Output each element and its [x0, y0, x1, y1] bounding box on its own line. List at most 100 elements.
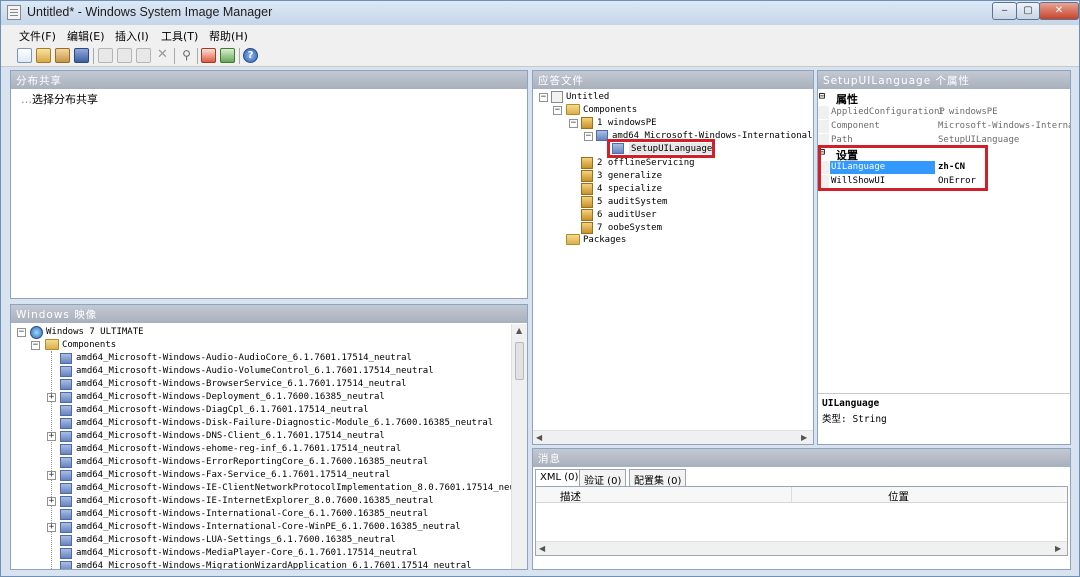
config-pass-icon [581, 209, 593, 221]
tab-configuration-set[interactable]: 配置集 (0) [629, 469, 687, 487]
scroll-left-arrow[interactable]: ◀ [539, 544, 545, 553]
paste-icon[interactable] [136, 48, 151, 63]
config-pass-node[interactable]: 6 auditUser [597, 209, 657, 220]
config-set-icon[interactable] [220, 48, 235, 63]
menu-insert[interactable]: 插入(I) [115, 28, 149, 44]
config-pass-icon [581, 222, 593, 234]
expand-icon[interactable]: + [47, 497, 56, 506]
list-item[interactable]: amd64_Microsoft-Windows-International-Co… [76, 521, 461, 532]
expand-icon[interactable]: + [47, 393, 56, 402]
config-pass-icon [581, 117, 593, 129]
collapse-icon[interactable]: ⊟ [819, 91, 825, 102]
list-item[interactable]: amd64_Microsoft-Windows-MigrationWizardA… [76, 560, 472, 569]
collapse-icon[interactable]: − [553, 106, 562, 115]
column-divider[interactable] [791, 487, 792, 503]
list-item[interactable]: amd64_Microsoft-Windows-BrowserService_6… [76, 378, 407, 389]
open-answer-icon[interactable] [55, 48, 70, 63]
answer-file-pane: 应答文件 − Untitled − Components −1 windowsP… [532, 70, 814, 445]
help-icon[interactable]: ? [243, 48, 258, 63]
packages-node[interactable]: Packages [583, 234, 626, 245]
component-icon [60, 457, 72, 468]
scroll-right-arrow[interactable]: ▶ [801, 433, 807, 442]
select-distribution-share-label: 选择分布共享 [32, 93, 98, 106]
column-location[interactable]: 位置 [888, 489, 909, 504]
pane-header: 分布共享 [11, 71, 527, 89]
component-icon [60, 496, 72, 507]
property-row[interactable]: AppliedConfigurationP 1 windowsPE [818, 106, 1070, 119]
list-item[interactable]: amd64_Microsoft-Windows-Audio-AudioCore_… [76, 352, 412, 363]
collapse-icon[interactable]: − [569, 119, 578, 128]
collapse-icon[interactable]: − [17, 328, 26, 337]
list-item[interactable]: amd64_Microsoft-Windows-DiagCpl_6.1.7601… [76, 404, 369, 415]
select-distribution-share[interactable]: …选择分布共享 [21, 91, 98, 107]
scroll-up-arrow[interactable]: ▲ [516, 326, 522, 335]
row-gutter [818, 120, 829, 133]
answer-file-root[interactable]: Untitled [566, 91, 609, 102]
config-pass-node[interactable]: 3 generalize [597, 170, 662, 181]
menu-edit[interactable]: 编辑(E) [67, 28, 105, 44]
components-node[interactable]: Components [62, 339, 116, 350]
title-bar: Untitled* - Windows System Image Manager… [1, 1, 1079, 25]
property-row[interactable]: Component Microsoft-Windows-Internati [818, 120, 1070, 133]
attributes-section[interactable]: ⊟ 属性 [818, 91, 1070, 106]
list-item[interactable]: amd64_Microsoft-Windows-LUA-Settings_6.1… [76, 534, 396, 545]
config-pass-node[interactable]: 2 offlineServicing [597, 157, 695, 168]
collapse-icon[interactable]: − [584, 132, 593, 141]
component-icon [60, 535, 72, 546]
component-icon [60, 392, 72, 403]
scroll-right-arrow[interactable]: ▶ [1055, 544, 1061, 553]
horizontal-scrollbar[interactable]: ◀ ▶ [533, 430, 813, 444]
horizontal-scrollbar[interactable]: ◀ ▶ [536, 541, 1067, 555]
distribution-share-pane: 分布共享 …选择分布共享 [10, 70, 528, 299]
components-node[interactable]: Components [583, 104, 637, 115]
config-pass-node[interactable]: 1 windowsPE [597, 117, 657, 128]
column-description[interactable]: 描述 [560, 489, 581, 504]
maximize-button[interactable]: ▢ [1016, 2, 1040, 20]
menu-help[interactable]: 帮助(H) [209, 28, 248, 44]
folder-icon [566, 234, 580, 245]
pane-header: 消息 [533, 449, 1070, 467]
property-description: UILanguage 类型: String [818, 393, 1070, 444]
validate-icon[interactable] [201, 48, 216, 63]
config-pass-node[interactable]: 5 auditSystem [597, 196, 667, 207]
expand-icon[interactable]: + [47, 432, 56, 441]
open-icon[interactable] [36, 48, 51, 63]
save-icon[interactable] [74, 48, 89, 63]
menu-file[interactable]: 文件(F) [19, 28, 56, 44]
expand-icon[interactable]: + [47, 523, 56, 532]
delete-icon[interactable]: ✕ [155, 48, 170, 63]
list-item[interactable]: amd64_Microsoft-Windows-ErrorReportingCo… [76, 456, 428, 467]
config-pass-node[interactable]: 7 oobeSystem [597, 222, 662, 233]
config-pass-node[interactable]: 4 specialize [597, 183, 662, 194]
tab-xml[interactable]: XML (0) [535, 469, 584, 486]
list-item[interactable]: amd64_Microsoft-Windows-DNS-Client_6.1.7… [76, 430, 385, 441]
list-item[interactable]: amd64_Microsoft-Windows-Audio-VolumeCont… [76, 365, 434, 376]
component-icon [60, 418, 72, 429]
tab-validation[interactable]: 验证 (0) [579, 469, 627, 487]
minimize-button[interactable]: ‒ [992, 2, 1017, 20]
config-pass-icon [581, 157, 593, 169]
list-item[interactable]: amd64_Microsoft-Windows-Fax-Service_6.1.… [76, 469, 390, 480]
folder-icon [45, 339, 59, 350]
list-item[interactable]: amd64_Microsoft-Windows-Deployment_6.1.7… [76, 391, 385, 402]
collapse-icon[interactable]: − [539, 93, 548, 102]
app-window: Untitled* - Windows System Image Manager… [0, 0, 1080, 577]
collapse-icon[interactable]: − [31, 341, 40, 350]
list-item[interactable]: amd64_Microsoft-Windows-MediaPlayer-Core… [76, 547, 417, 558]
menu-tools[interactable]: 工具(T) [161, 28, 198, 44]
expand-icon[interactable]: + [47, 471, 56, 480]
vertical-scrollbar[interactable]: ▲ [511, 324, 527, 569]
cut-icon[interactable] [98, 48, 113, 63]
list-item[interactable]: amd64_Microsoft-Windows-International-Co… [76, 508, 428, 519]
scroll-thumb[interactable] [515, 342, 524, 380]
list-item[interactable]: amd64_Microsoft-Windows-IE-InternetExplo… [76, 495, 434, 506]
find-icon[interactable]: ⚲ [179, 48, 194, 63]
list-item[interactable]: amd64_Microsoft-Windows-ehome-reg-inf_6.… [76, 443, 401, 454]
list-item[interactable]: amd64_Microsoft-Windows-Disk-Failure-Dia… [76, 417, 493, 428]
new-icon[interactable] [17, 48, 32, 63]
image-root[interactable]: Windows 7 ULTIMATE [46, 326, 144, 337]
copy-icon[interactable] [117, 48, 132, 63]
close-button[interactable]: ✕ [1039, 2, 1079, 20]
list-item[interactable]: amd64_Microsoft-Windows-IE-ClientNetwork… [76, 482, 527, 493]
scroll-left-arrow[interactable]: ◀ [536, 433, 542, 442]
